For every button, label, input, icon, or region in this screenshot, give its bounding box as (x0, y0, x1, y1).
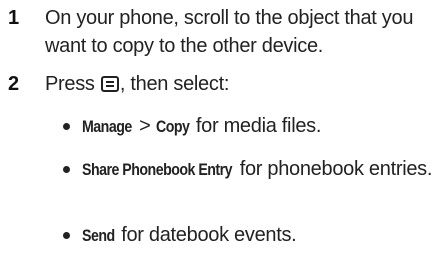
bullet-icon (63, 232, 70, 239)
bullet-description: for datebook events. (115, 224, 297, 246)
menu-keyword: Share Phonebook Entry (82, 161, 233, 179)
menu-keyword: Manage (82, 118, 132, 136)
bullet-description: for phonebook entries. (234, 158, 433, 180)
bullet-icon (63, 123, 70, 130)
menu-key-icon (100, 76, 119, 92)
step-text-part: , then select: (119, 73, 230, 95)
menu-keyword: Send (82, 227, 115, 245)
bullet-icon (63, 166, 70, 173)
step-number: 1 (8, 7, 20, 29)
bullet-text: Share Phonebook Entry for phonebook entr… (82, 155, 437, 184)
step-text-part: Press (45, 73, 100, 95)
step-text: Press , then select: (45, 70, 435, 98)
bullet-text: Send for datebook events. (82, 221, 437, 250)
separator: > (133, 115, 156, 137)
menu-keyword: Copy (155, 118, 190, 136)
bullet-text: Manage > Copy for media files. (82, 112, 437, 141)
bullet-description: for media files. (190, 115, 322, 137)
step-number: 2 (8, 73, 20, 95)
step-text: On your phone, scroll to the object that… (45, 7, 414, 57)
